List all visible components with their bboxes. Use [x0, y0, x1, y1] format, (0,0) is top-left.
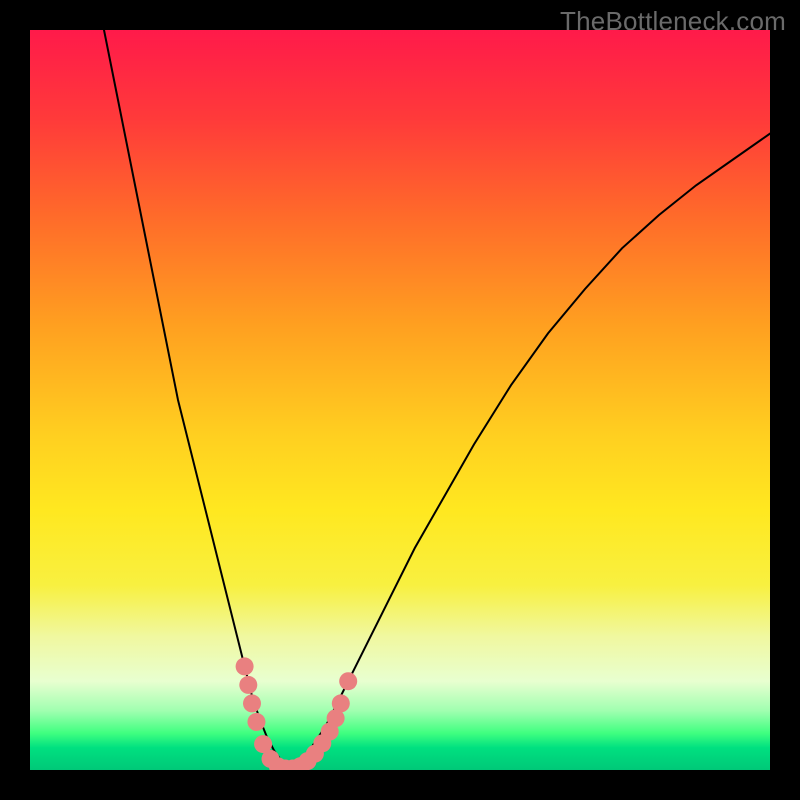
- curve-left: [104, 30, 289, 770]
- curve-right: [289, 134, 770, 770]
- marker-point: [339, 672, 357, 690]
- chart-frame: TheBottleneck.com: [0, 0, 800, 800]
- plot-area: [30, 30, 770, 770]
- marker-point: [239, 676, 257, 694]
- bottleneck-markers: [236, 657, 358, 770]
- marker-point: [247, 713, 265, 731]
- marker-point: [243, 694, 261, 712]
- marker-point: [236, 657, 254, 675]
- chart-svg: [30, 30, 770, 770]
- marker-point: [332, 694, 350, 712]
